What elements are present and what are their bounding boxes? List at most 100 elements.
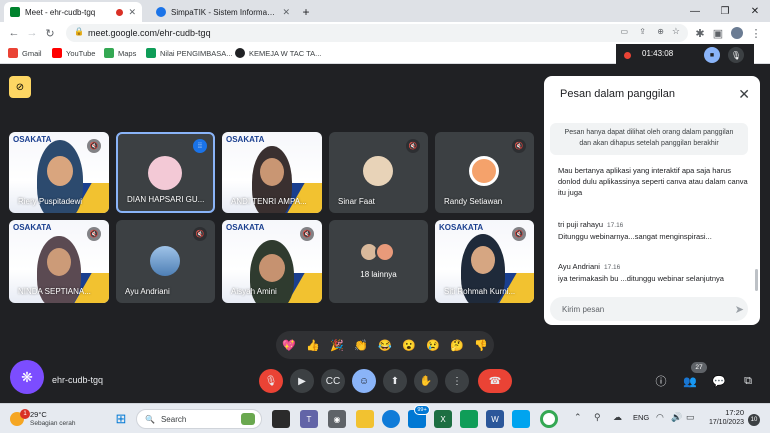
file-explorer-icon[interactable]	[356, 410, 374, 428]
close-icon[interactable]: ✕	[738, 86, 750, 103]
excel-icon[interactable]: X	[434, 410, 452, 428]
close-tab-icon[interactable]: ✕	[282, 7, 290, 18]
participant-name: Siti Rohmah Kurni...	[444, 287, 516, 296]
face	[259, 254, 285, 282]
bookmark-nilai[interactable]: Nilai PENGIMBASA...	[146, 48, 233, 58]
reaction-thinking[interactable]: 🤔	[448, 336, 466, 354]
participant-name: ANDI TENRI AMPA...	[231, 197, 307, 206]
new-tab-button[interactable]: +	[298, 2, 314, 22]
wifi-icon[interactable]: ◠	[656, 412, 664, 423]
url-input[interactable]: 🔒 meet.google.com/ehr-cudb-tgq ▭ ⇪ ⊕ ☆	[66, 24, 688, 42]
reaction-party[interactable]: 🎉	[328, 336, 346, 354]
notification-center-badge[interactable]: 10	[748, 414, 760, 426]
participant-tile[interactable]: OSAKATA 🔇 NINDA SEPTIANA...	[9, 220, 109, 303]
camera-app-icon[interactable]: ◉	[328, 410, 346, 428]
send-icon[interactable]: ➤	[735, 303, 744, 316]
activities-shapes-icon[interactable]: ⧉	[740, 373, 756, 389]
word-icon[interactable]: W	[486, 410, 504, 428]
bookmark-gmail[interactable]: Gmail	[8, 48, 42, 58]
reload-icon[interactable]: ↻	[42, 25, 58, 41]
bookmark-youtube[interactable]: YouTube	[52, 48, 95, 58]
present-button[interactable]: ⬆	[383, 369, 407, 393]
profile-avatar[interactable]	[729, 25, 745, 41]
bookmark-label: Maps	[118, 48, 137, 58]
participant-tile[interactable]: KOSAKATA 🔇 Siti Rohmah Kurni...	[435, 220, 534, 303]
chat-icon[interactable]: 💬	[711, 373, 727, 389]
clock-date[interactable]: 17/10/2023	[700, 419, 744, 426]
app-icon[interactable]	[512, 410, 530, 428]
mic-icon[interactable]: 🎙	[728, 47, 744, 63]
participant-name: Riery Puspitadewi	[18, 197, 83, 206]
camera-off-icon[interactable]: ⊘	[9, 76, 31, 98]
camera-toggle-button[interactable]: ▶	[290, 369, 314, 393]
chrome-icon[interactable]	[540, 410, 558, 428]
battery-icon[interactable]: ▭	[686, 412, 695, 423]
info-icon[interactable]: ⓘ	[653, 373, 669, 389]
simpatik-icon	[156, 7, 166, 17]
participant-tile[interactable]: 🔇 Randy Setiawan	[435, 132, 534, 213]
reaction-thumbs-down[interactable]: 👎	[472, 336, 490, 354]
participant-tile[interactable]: 🔇 Sinar Faat	[329, 132, 428, 213]
windows-start-icon[interactable]: ⊞	[112, 410, 130, 428]
mail-icon[interactable]: 99+	[408, 405, 430, 428]
bookmark-kemeja[interactable]: KEMEJA W TAC TA...	[235, 48, 321, 58]
participant-tile[interactable]: 🔇 Ayu Andriani	[116, 220, 215, 303]
tab-simpatik[interactable]: SimpaTIK - Sistem Informasi Ma ✕	[150, 2, 296, 22]
minimize-icon[interactable]: —	[680, 0, 710, 22]
close-window-icon[interactable]: ✕	[740, 0, 770, 22]
leave-call-button[interactable]: ☎	[478, 369, 512, 393]
task-view-icon[interactable]	[272, 410, 290, 428]
back-icon[interactable]: ←	[6, 25, 22, 41]
chat-message-input[interactable]: Kirim pesan	[550, 297, 748, 321]
forward-icon[interactable]: →	[24, 25, 40, 41]
face	[47, 156, 73, 186]
chat-scrollbar[interactable]	[755, 269, 758, 291]
tab-meet[interactable]: Meet - ehr-cudb-tgq ✕	[4, 2, 142, 22]
location-icon[interactable]: ⚲	[594, 412, 601, 423]
participant-tile[interactable]: OSAKATA 🔇 Riery Puspitadewi	[9, 132, 109, 213]
poster-brand: KOSAKATA	[439, 223, 484, 232]
others-tile[interactable]: 18 lainnya	[329, 220, 428, 303]
reaction-thumbs-up[interactable]: 👍	[304, 336, 322, 354]
participant-tile[interactable]: OSAKATA ANDI TENRI AMPA...	[222, 132, 322, 213]
menu-icon[interactable]: ⋮	[748, 25, 764, 41]
close-tab-icon[interactable]: ✕	[128, 7, 136, 18]
captions-button[interactable]: CC	[321, 369, 345, 393]
camera-status-icon[interactable]: ▭	[620, 27, 628, 36]
message-sender: tri puji rahayu	[558, 220, 604, 229]
reaction-clap[interactable]: 👏	[352, 336, 370, 354]
people-icon[interactable]: 👥	[682, 373, 698, 389]
mic-off-icon: 🔇	[512, 227, 526, 241]
reaction-heart[interactable]: 💖	[280, 336, 298, 354]
mic-toggle-button[interactable]: 🎙	[259, 369, 283, 393]
edge-icon[interactable]	[382, 410, 400, 428]
participant-tile[interactable]: OSAKATA 🔇 Aisyah Amini	[222, 220, 322, 303]
teams-icon[interactable]: T	[300, 410, 318, 428]
participant-name: NINDA SEPTIANA...	[18, 287, 91, 296]
install-icon[interactable]: ⊕	[657, 27, 664, 36]
weather-widget[interactable]: 1 29°C Sebagian cerah	[8, 409, 88, 431]
reaction-surprised[interactable]: 😮	[400, 336, 418, 354]
participant-name: Sinar Faat	[338, 197, 375, 206]
maximize-icon[interactable]: ❐	[710, 0, 740, 22]
store-icon[interactable]	[460, 410, 478, 428]
more-options-button[interactable]: ⋮	[445, 369, 469, 393]
extensions-icon[interactable]: ✱	[692, 25, 708, 41]
share-icon[interactable]: ⇪	[639, 27, 646, 36]
clock-time[interactable]: 17:20	[716, 408, 744, 417]
language-indicator[interactable]: ENG	[633, 413, 649, 422]
side-panel-icon[interactable]: ▣	[710, 25, 726, 41]
reaction-sad[interactable]: 😢	[424, 336, 442, 354]
bookmark-maps[interactable]: Maps	[104, 48, 136, 58]
raise-hand-button[interactable]: ✋	[414, 369, 438, 393]
emoji-button[interactable]: ☺	[352, 369, 376, 393]
reaction-laugh[interactable]: 😂	[376, 336, 394, 354]
bookmark-star-icon[interactable]: ☆	[672, 26, 680, 37]
activities-icon[interactable]: ❋	[10, 360, 44, 394]
chevron-up-icon[interactable]: ⌃	[574, 412, 582, 423]
participant-tile-speaking[interactable]: ⁞⁞ DIAN HAPSARI GU...	[116, 132, 215, 213]
stop-present-icon[interactable]: ■	[704, 47, 720, 63]
onedrive-icon[interactable]: ☁	[613, 412, 622, 423]
taskbar-search[interactable]: 🔍 Search	[136, 409, 262, 429]
volume-icon[interactable]: 🔊	[671, 412, 682, 423]
